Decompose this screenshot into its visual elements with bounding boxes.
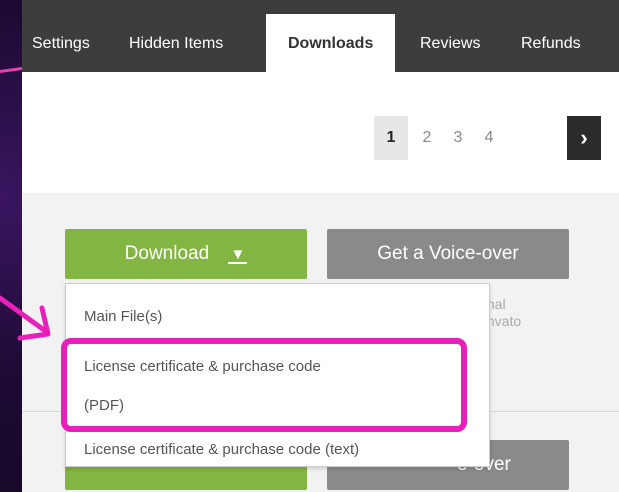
- tab-reviews[interactable]: Reviews: [420, 0, 480, 72]
- page-2-link[interactable]: 2: [410, 116, 444, 160]
- page-1-link[interactable]: 1: [374, 116, 408, 160]
- page-3-link[interactable]: 3: [441, 116, 475, 160]
- voice-over-button[interactable]: Get a Voice-over: [327, 229, 569, 279]
- tab-hidden-items[interactable]: Hidden Items: [129, 0, 223, 72]
- download-button-label: Download: [124, 243, 210, 264]
- caret-down-icon: ▼: [228, 246, 248, 264]
- pointer-arrow-icon: [0, 295, 51, 341]
- download-button[interactable]: Download ▼: [65, 229, 307, 279]
- highlight-box: [61, 338, 467, 432]
- tab-refunds[interactable]: Refunds: [521, 0, 581, 72]
- tab-downloads[interactable]: Downloads: [266, 14, 396, 72]
- next-page-button[interactable]: ›: [567, 116, 601, 160]
- tab-settings[interactable]: Settings: [32, 0, 90, 72]
- tab-bar: Settings Hidden Items Downloads Reviews …: [22, 0, 619, 72]
- menu-item-license-text[interactable]: License certificate & purchase code (tex…: [84, 441, 359, 458]
- menu-item-main-files[interactable]: Main File(s): [84, 308, 162, 325]
- page-4-link[interactable]: 4: [472, 116, 506, 160]
- account-panel: Settings Hidden Items Downloads Reviews …: [22, 0, 619, 492]
